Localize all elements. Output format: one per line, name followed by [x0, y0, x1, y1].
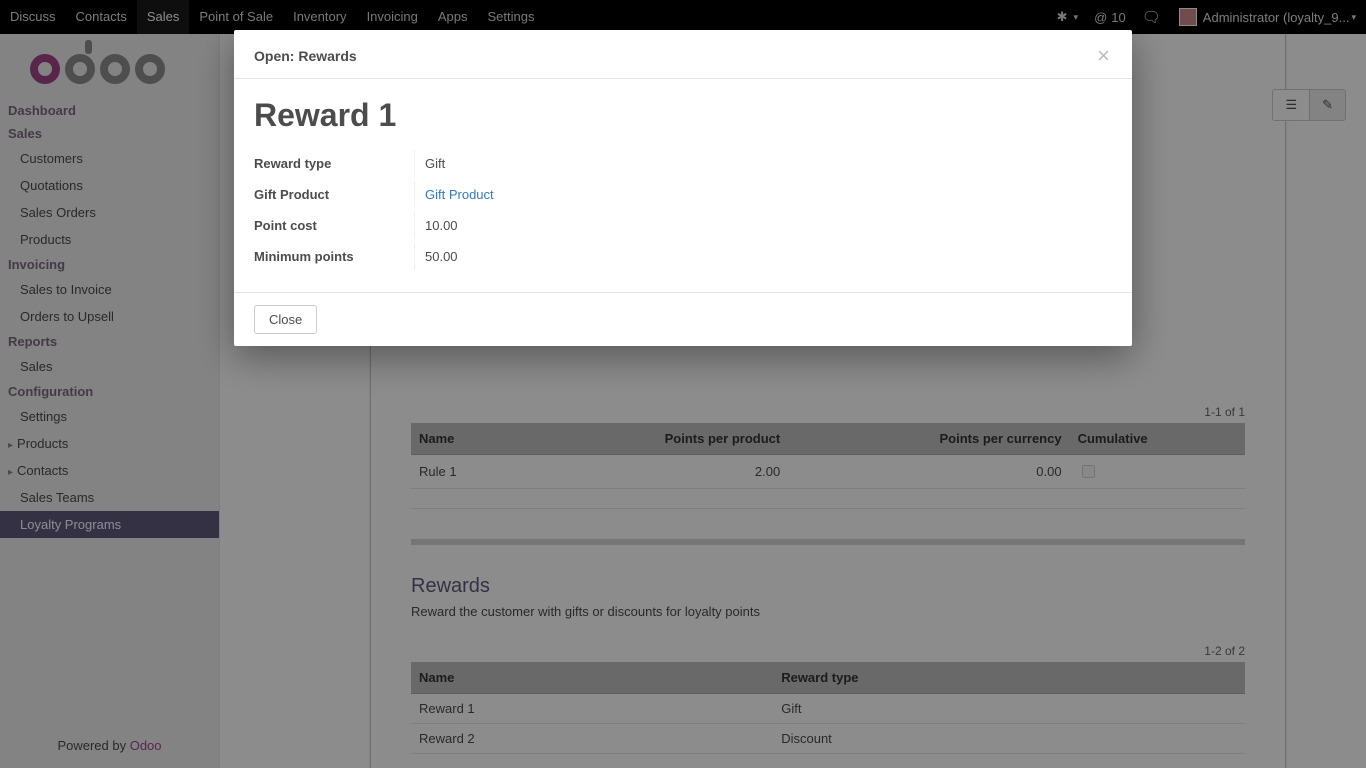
- modal-header: Open: Rewards ×: [234, 30, 1132, 79]
- modal-title: Open: Rewards: [254, 48, 357, 64]
- field-value-point-cost: 10.00: [414, 212, 468, 239]
- close-button[interactable]: Close: [254, 305, 317, 334]
- close-icon[interactable]: ×: [1095, 49, 1112, 63]
- field-label-gift-product: Gift Product: [254, 181, 414, 208]
- field-label-reward-type: Reward type: [254, 150, 414, 177]
- gift-product-link[interactable]: Gift Product: [425, 187, 494, 202]
- modal-dialog: Open: Rewards × Reward 1 Reward type Gif…: [234, 30, 1132, 346]
- modal-overlay[interactable]: Open: Rewards × Reward 1 Reward type Gif…: [0, 0, 1366, 768]
- field-value-reward-type: Gift: [414, 150, 455, 177]
- field-label-point-cost: Point cost: [254, 212, 414, 239]
- modal-record-name: Reward 1: [254, 97, 1112, 134]
- field-label-min-points: Minimum points: [254, 243, 414, 270]
- field-value-min-points: 50.00: [414, 243, 468, 270]
